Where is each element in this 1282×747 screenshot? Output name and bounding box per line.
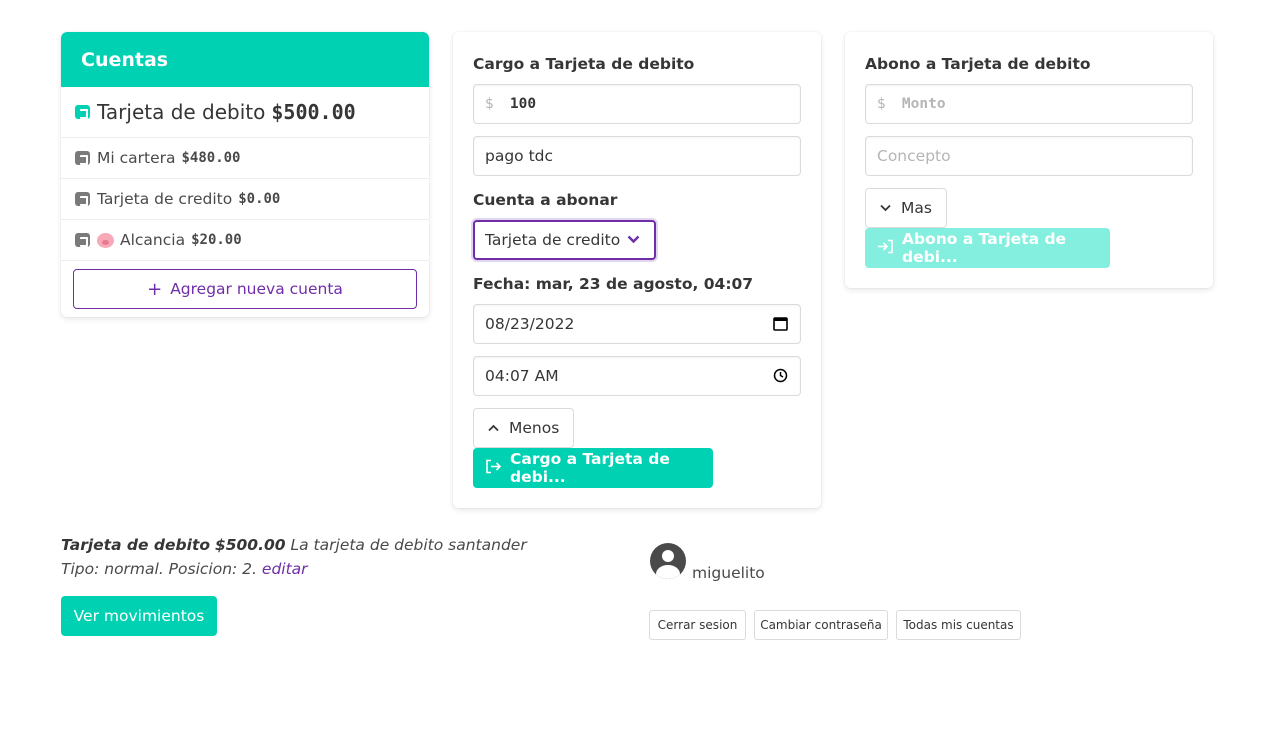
chevron-down-icon: [880, 201, 891, 215]
target-account-value: Tarjeta de credito: [485, 231, 621, 249]
wallet-icon: [75, 105, 90, 119]
chevron-down-icon: [627, 232, 640, 248]
clock-icon[interactable]: [773, 368, 788, 387]
pig-icon: [97, 232, 114, 248]
account-details: Tarjeta de debito $500.00 La tarjeta de …: [61, 533, 527, 581]
deposit-submit-label: Abono a Tarjeta de debi...: [902, 230, 1067, 266]
wallet-icon: [75, 151, 90, 165]
accounts-title: Cuentas: [61, 32, 429, 87]
dollar-icon: $: [485, 96, 494, 112]
date-input[interactable]: 08/23/2022: [473, 304, 801, 344]
account-item[interactable]: Mi cartera $480.00: [61, 138, 429, 179]
deposit-submit-button[interactable]: Abono a Tarjeta de debi...: [865, 228, 1110, 268]
details-line-2: Tipo: normal. Posicion: 2. editar: [61, 557, 527, 581]
account-name: Tarjeta de debito: [97, 100, 266, 124]
all-accounts-button[interactable]: Todas mis cuentas: [896, 610, 1021, 640]
charge-amount-value: 100: [509, 96, 537, 112]
account-amount: $0.00: [238, 191, 281, 207]
target-account-select[interactable]: Tarjeta de credito: [473, 220, 656, 260]
details-meta: Tipo: normal. Posicion: 2.: [61, 560, 257, 578]
more-label: Mas: [901, 199, 932, 217]
account-amount: $20.00: [191, 232, 242, 248]
wallet-icon: [75, 192, 90, 206]
account-item[interactable]: Alcancia $20.00: [61, 220, 429, 261]
edit-link[interactable]: editar: [262, 560, 308, 578]
deposit-amount-input[interactable]: $ Monto: [865, 84, 1193, 124]
account-name: Tarjeta de credito: [97, 190, 233, 208]
user-circle-icon: [650, 543, 686, 579]
time-input[interactable]: 04:07 AM: [473, 356, 801, 396]
charge-concept-input[interactable]: pago tdc: [473, 136, 801, 176]
details-account-name: Tarjeta de debito: [61, 536, 211, 554]
time-value: 04:07 AM: [485, 367, 559, 385]
deposit-form: Abono a Tarjeta de debito $ Monto Concep…: [845, 32, 1213, 288]
account-item-selected[interactable]: Tarjeta de debito $500.00: [61, 87, 429, 138]
deposit-title: Abono a Tarjeta de debito: [865, 55, 1091, 73]
add-account-label: Agregar nueva cuenta: [170, 280, 343, 298]
charge-form: Cargo a Tarjeta de debito $ 100 pago tdc…: [453, 32, 821, 508]
date-label: Fecha: mar, 23 de agosto, 04:07: [473, 275, 754, 293]
details-amount: $500.00: [214, 536, 286, 554]
username: miguelito: [692, 564, 765, 582]
account-amount: $480.00: [181, 150, 241, 166]
accounts-panel: Cuentas Tarjeta de debito $500.00 Mi car…: [61, 32, 429, 317]
account-item[interactable]: Tarjeta de credito $0.00: [61, 179, 429, 220]
more-button[interactable]: Mas: [865, 188, 947, 228]
calendar-icon[interactable]: [773, 316, 788, 335]
less-label: Menos: [509, 419, 560, 437]
sign-out-icon: [485, 459, 502, 478]
charge-concept-value: pago tdc: [485, 147, 554, 165]
plus-icon: +: [147, 278, 163, 300]
change-password-button[interactable]: Cambiar contraseña: [754, 610, 888, 640]
wallet-icon: [75, 233, 90, 247]
less-button[interactable]: Menos: [473, 408, 575, 448]
target-account-label: Cuenta a abonar: [473, 191, 618, 209]
logout-button[interactable]: Cerrar sesion: [649, 610, 746, 640]
chevron-up-icon: [488, 421, 499, 435]
details-line-1: Tarjeta de debito $500.00 La tarjeta de …: [61, 533, 527, 557]
charge-submit-button[interactable]: Cargo a Tarjeta de debi...: [473, 448, 713, 488]
date-value: 08/23/2022: [485, 315, 575, 333]
deposit-concept-placeholder: Concepto: [877, 147, 951, 165]
charge-submit-label: Cargo a Tarjeta de debi...: [510, 450, 670, 486]
deposit-amount-placeholder: Monto: [901, 96, 946, 112]
view-movements-button[interactable]: Ver movimientos: [61, 596, 217, 636]
charge-amount-input[interactable]: $ 100: [473, 84, 801, 124]
deposit-concept-input[interactable]: Concepto: [865, 136, 1193, 176]
sign-in-icon: [877, 239, 894, 258]
add-account-button[interactable]: + Agregar nueva cuenta: [73, 269, 417, 309]
account-amount: $500.00: [271, 100, 356, 124]
account-name: Mi cartera: [97, 149, 176, 167]
charge-title: Cargo a Tarjeta de debito: [473, 55, 695, 73]
dollar-icon: $: [877, 96, 886, 112]
details-description: La tarjeta de debito santander: [290, 536, 527, 554]
account-name: Alcancia: [120, 231, 186, 249]
